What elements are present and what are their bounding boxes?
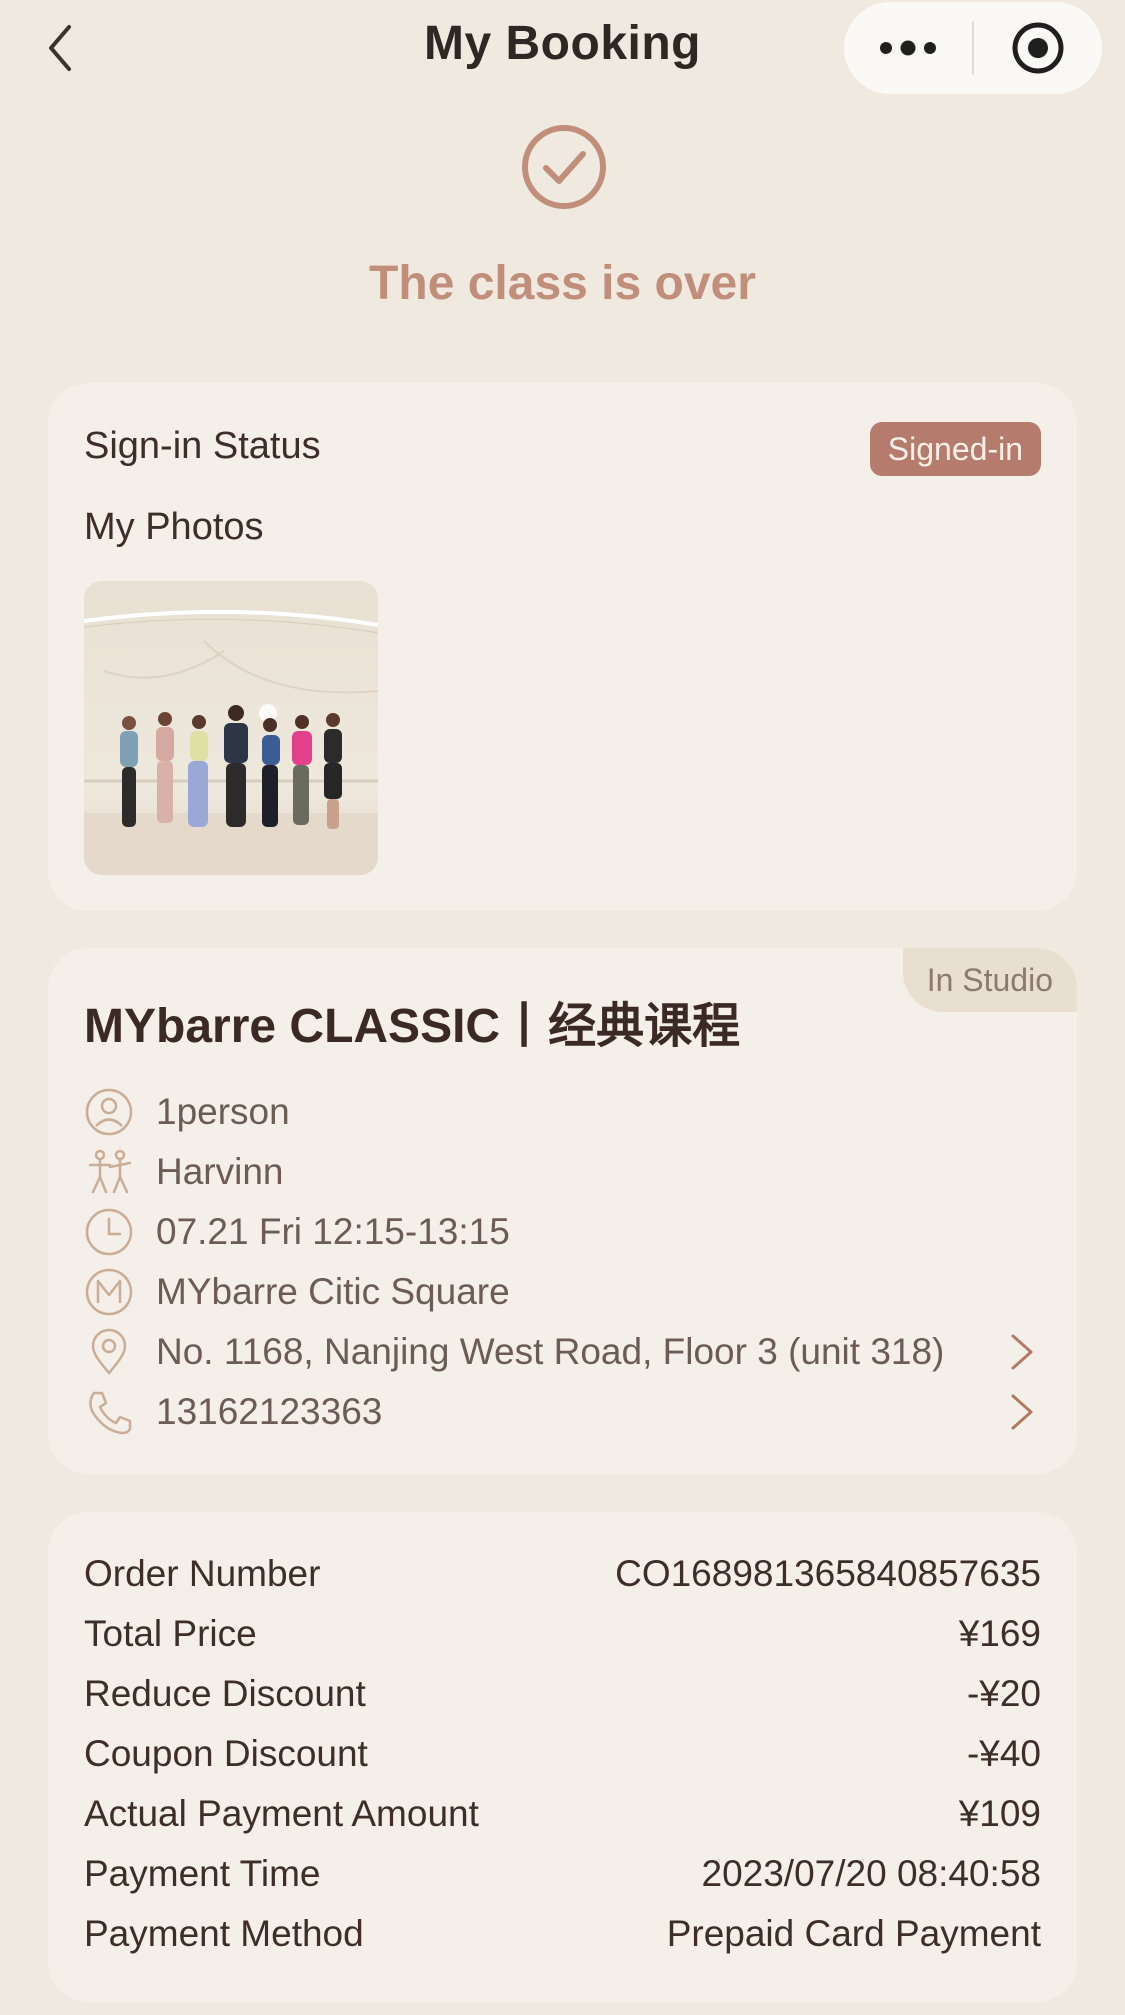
order-row: Coupon Discount -¥40 <box>84 1726 1041 1782</box>
close-mini-program-button[interactable] <box>974 2 1102 94</box>
target-icon <box>1012 22 1064 74</box>
phone-icon <box>84 1387 134 1437</box>
class-title: MYbarre CLASSIC丨经典课程 <box>84 1000 741 1053</box>
order-row: Order Number CO168981365840857635 <box>84 1546 1041 1602</box>
phone-row[interactable]: 13162123363 <box>84 1384 1041 1440</box>
signin-status-label: Sign-in Status <box>84 425 321 467</box>
order-row: Payment Time 2023/07/20 08:40:58 <box>84 1846 1041 1902</box>
reduce-discount-value: -¥20 <box>966 1673 1041 1714</box>
studio-address: No. 1168, Nanjing West Road, Floor 3 (un… <box>156 1331 945 1372</box>
order-number-value: CO168981365840857635 <box>615 1553 1041 1594</box>
coupon-discount-value: -¥40 <box>966 1733 1041 1774</box>
class-info-card: In Studio MYbarre CLASSIC丨经典课程 1person H… <box>48 948 1077 1474</box>
people-row: 1person <box>84 1084 1041 1140</box>
check-circle-icon <box>522 125 606 209</box>
chevron-right-icon <box>1011 1334 1033 1370</box>
order-label: Payment Method <box>84 1913 364 1954</box>
order-label: Coupon Discount <box>84 1733 368 1774</box>
more-button[interactable] <box>844 2 972 94</box>
order-row: Actual Payment Amount ¥109 <box>84 1786 1041 1842</box>
time-row: 07.21 Fri 12:15-13:15 <box>84 1204 1041 1260</box>
mini-program-capsule <box>844 2 1102 94</box>
signin-card: Sign-in Status Signed-in My Photos <box>48 383 1077 911</box>
instructor-name: Harvinn <box>156 1151 284 1192</box>
clock-icon <box>84 1207 134 1257</box>
order-row: Total Price ¥169 <box>84 1606 1041 1662</box>
actual-payment-value: ¥109 <box>958 1793 1041 1834</box>
order-label: Payment Time <box>84 1853 321 1894</box>
order-label: Total Price <box>84 1613 257 1654</box>
status-badge: Signed-in <box>869 422 1041 476</box>
order-row: Reduce Discount -¥20 <box>84 1666 1041 1722</box>
my-photos-label: My Photos <box>84 506 264 548</box>
nav-bar: My Booking <box>0 0 1125 100</box>
studio-row: MYbarre Citic Square <box>84 1264 1041 1320</box>
class-photo-thumbnail[interactable] <box>84 581 378 875</box>
instructor-row: Harvinn <box>84 1144 1041 1200</box>
address-row[interactable]: No. 1168, Nanjing West Road, Floor 3 (un… <box>84 1324 1041 1380</box>
studio-phone: 13162123363 <box>156 1391 383 1432</box>
chevron-right-icon <box>1011 1394 1033 1430</box>
total-price-value: ¥169 <box>958 1613 1041 1654</box>
payment-time-value: 2023/07/20 08:40:58 <box>701 1853 1042 1894</box>
studio-name: MYbarre Citic Square <box>156 1271 510 1312</box>
class-status-text: The class is over <box>369 257 756 310</box>
class-photo-image <box>84 581 378 875</box>
dancers-icon <box>84 1147 134 1197</box>
person-icon <box>84 1087 134 1137</box>
order-label: Reduce Discount <box>84 1673 366 1714</box>
order-label: Actual Payment Amount <box>84 1793 479 1834</box>
booking-page: My Booking The class is over Sign-in Sta… <box>0 0 1125 2015</box>
class-time: 07.21 Fri 12:15-13:15 <box>156 1211 510 1252</box>
people-count: 1person <box>156 1091 290 1132</box>
location-pin-icon <box>84 1327 134 1377</box>
in-studio-tag: In Studio <box>902 948 1077 1012</box>
studio-logo-icon <box>84 1267 134 1317</box>
order-label: Order Number <box>84 1553 321 1594</box>
order-row: Payment Method Prepaid Card Payment <box>84 1906 1041 1962</box>
more-dots-icon <box>880 40 936 56</box>
order-details-card: Order Number CO168981365840857635 Total … <box>48 1512 1077 2002</box>
payment-method-value: Prepaid Card Payment <box>666 1913 1041 1954</box>
